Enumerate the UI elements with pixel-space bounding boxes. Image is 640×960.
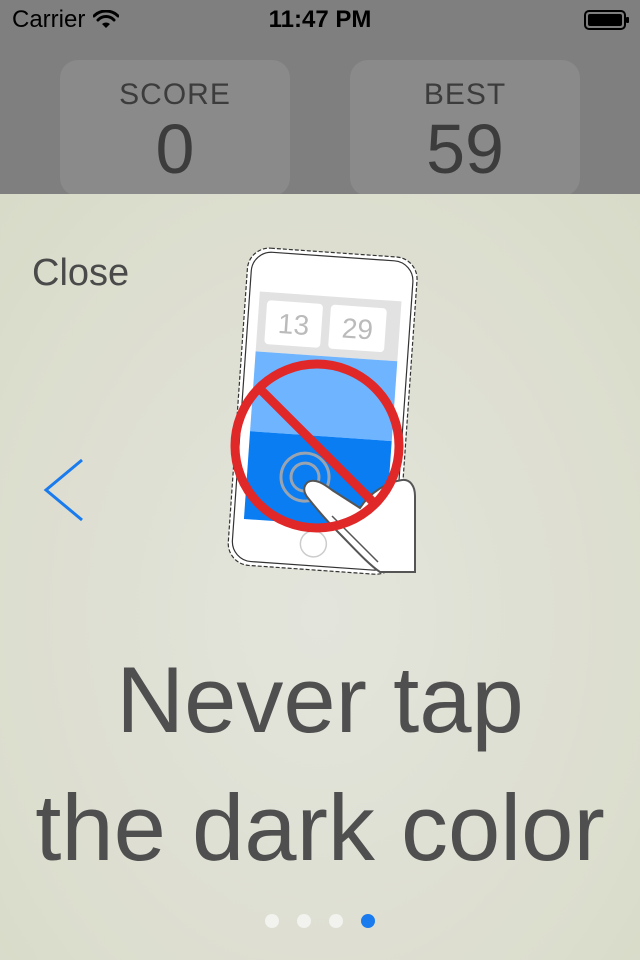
page-dot-1[interactable]	[265, 914, 279, 928]
score-panel: SCORE 0	[60, 60, 290, 196]
page-dot-3[interactable]	[329, 914, 343, 928]
headline-line-1: Never tap	[116, 647, 524, 752]
score-label: SCORE	[119, 78, 231, 111]
best-label: BEST	[423, 78, 507, 111]
status-bar: Carrier 11:47 PM	[0, 0, 640, 40]
phone-best-text: 29	[341, 312, 374, 345]
headline-line-2: the dark color	[35, 775, 605, 880]
tutorial-headline: Never tap the dark color	[0, 636, 640, 892]
score-value: 0	[155, 110, 195, 188]
tutorial-overlay: Close 13 29 Never tap the dark color	[0, 194, 640, 960]
battery-icon	[584, 10, 629, 30]
page-indicator[interactable]	[0, 914, 640, 928]
close-button[interactable]: Close	[32, 252, 129, 295]
best-panel: BEST 59	[350, 60, 580, 196]
status-time: 11:47 PM	[268, 6, 372, 33]
page-dot-2[interactable]	[297, 914, 311, 928]
phone-score-text: 13	[277, 308, 310, 341]
no-tap-dark-color-illustration: 13 29	[227, 247, 418, 575]
screen: Carrier 11:47 PM SCORE 0 BEST 59 Close 1…	[0, 0, 640, 960]
best-value: 59	[426, 110, 504, 188]
page-dot-4-active[interactable]	[361, 914, 375, 928]
chevron-left-icon[interactable]	[40, 456, 88, 524]
